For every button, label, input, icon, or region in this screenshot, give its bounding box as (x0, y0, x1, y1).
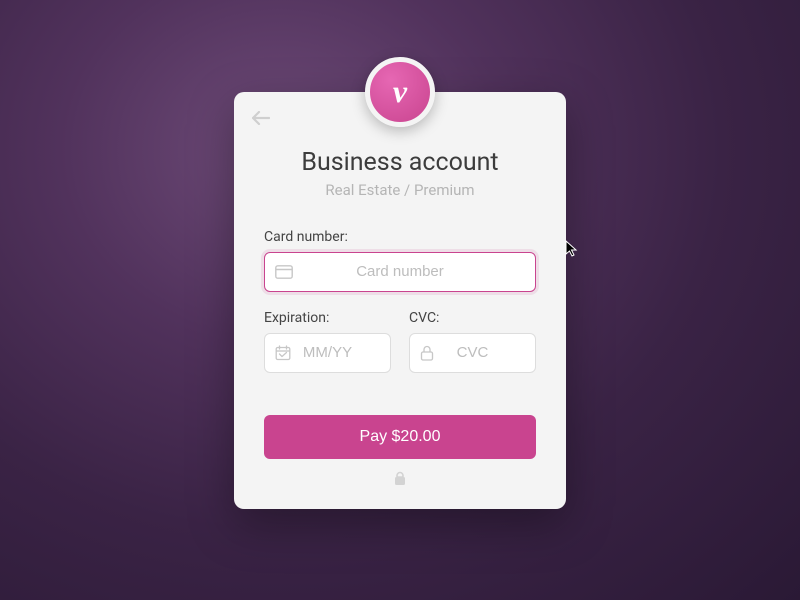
card-number-input[interactable] (301, 253, 535, 291)
card-number-group: Card number: (264, 229, 536, 292)
page-subtitle: Real Estate / Premium (264, 181, 536, 199)
calendar-icon (275, 345, 291, 361)
lock-icon (420, 345, 434, 361)
brand-letter: v (393, 73, 407, 110)
credit-card-icon (275, 265, 293, 279)
payment-card: v Business account Real Estate / Premium… (234, 92, 566, 509)
secure-lock-icon (264, 471, 536, 491)
card-number-label: Card number: (264, 229, 536, 245)
cvc-group: CVC: (409, 310, 536, 373)
cvc-label: CVC: (409, 310, 536, 326)
mouse-cursor (565, 240, 579, 262)
back-button[interactable] (252, 110, 270, 129)
expiration-group: Expiration: (264, 310, 391, 373)
page-title: Business account (264, 148, 536, 177)
cvc-input-wrap[interactable] (409, 333, 536, 373)
cvc-input[interactable] (446, 334, 535, 372)
card-number-input-wrap[interactable] (264, 252, 536, 292)
expiration-label: Expiration: (264, 310, 391, 326)
expiration-input[interactable] (301, 334, 390, 372)
pay-button[interactable]: Pay $20.00 (264, 415, 536, 459)
expiration-input-wrap[interactable] (264, 333, 391, 373)
brand-logo: v (365, 57, 435, 127)
